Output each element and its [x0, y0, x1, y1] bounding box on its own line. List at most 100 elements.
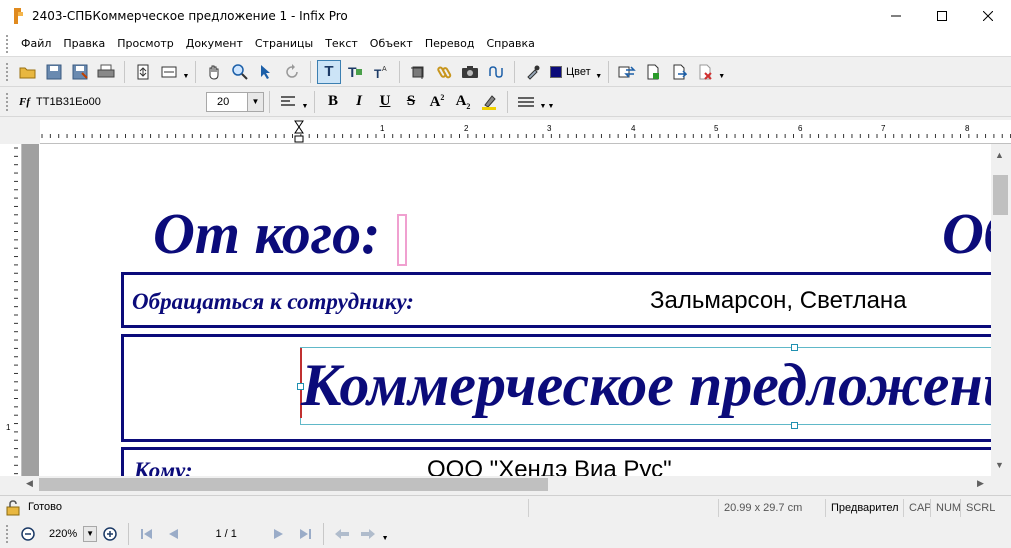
ruler-label: 3: [547, 124, 552, 133]
contact-value[interactable]: Зальмарсон, Светлана: [650, 287, 907, 315]
menu-view[interactable]: Просмотр: [111, 31, 179, 57]
maximize-button[interactable]: [919, 0, 965, 31]
text-format-icon[interactable]: TA: [369, 60, 393, 84]
text-tool-icon[interactable]: T: [317, 59, 341, 84]
vertical-scroll-thumb[interactable]: [993, 175, 1008, 215]
save-icon[interactable]: [42, 60, 66, 84]
delete-page-icon[interactable]: [693, 60, 717, 84]
horizontal-scroll-thumb[interactable]: [39, 478, 548, 491]
pages-dropdown[interactable]: ▼: [718, 60, 726, 84]
vertical-scrollbar[interactable]: ▲ ▼: [991, 144, 1011, 476]
toolbar-separator: [323, 522, 325, 545]
back-view-icon[interactable]: [330, 522, 354, 546]
open-folder-icon[interactable]: [16, 60, 40, 84]
menu-help[interactable]: Справка: [480, 31, 540, 57]
nav-overflow-dropdown[interactable]: ▼: [381, 522, 389, 546]
subscript-icon[interactable]: A2: [451, 90, 475, 114]
document-canvas[interactable]: От кого: Oб Обращаться к сотруднику: Зал…: [22, 144, 991, 476]
horizontal-ruler[interactable]: 1 2 3 4 5 6 7 8: [40, 120, 1011, 144]
path-icon[interactable]: [484, 60, 508, 84]
ruler-corner: [0, 120, 40, 144]
toolbar-grip[interactable]: [6, 92, 9, 111]
zoom-out-icon[interactable]: [16, 522, 40, 546]
zoom-dropdown[interactable]: ▼: [83, 525, 98, 542]
right-header-partial[interactable]: Oб: [942, 199, 991, 269]
bold-icon[interactable]: B: [321, 90, 345, 114]
minimize-button[interactable]: [873, 0, 919, 31]
insert-page-icon[interactable]: [641, 60, 665, 84]
chevron-down-icon[interactable]: ▼: [247, 92, 263, 111]
zoom-value[interactable]: 220%: [49, 528, 77, 540]
page-view-dropdown[interactable]: ▼: [182, 60, 190, 84]
hand-tool-icon[interactable]: [202, 60, 226, 84]
heading-selection-frame[interactable]: Коммерческое предложени: [297, 344, 991, 429]
save-as-icon[interactable]: [68, 60, 92, 84]
to-value[interactable]: ООО "Хендэ Виа Рус": [427, 456, 672, 476]
select-arrow-icon[interactable]: [254, 60, 278, 84]
font-name-select[interactable]: Ff TT1B31Eo00: [15, 91, 200, 112]
forward-view-icon[interactable]: [356, 522, 380, 546]
format-toolbar: Ff TT1B31Eo00 20 ▼ ▼ B I U S A2 A2 ▼ ▼: [0, 87, 1011, 117]
font-size-select[interactable]: 20 ▼: [206, 91, 264, 112]
strikethrough-icon[interactable]: S: [399, 90, 423, 114]
link-icon[interactable]: [432, 60, 456, 84]
italic-icon[interactable]: I: [347, 90, 371, 114]
highlight-icon[interactable]: [477, 90, 501, 114]
from-label[interactable]: От кого:: [153, 199, 380, 269]
align-left-icon[interactable]: [276, 90, 300, 114]
font-size-value: 20: [217, 95, 230, 108]
first-page-icon[interactable]: [135, 522, 159, 546]
menu-translate[interactable]: Перевод: [419, 31, 481, 57]
to-label[interactable]: Кому:: [134, 458, 193, 476]
toolbar-grip[interactable]: [6, 62, 9, 81]
menu-pages[interactable]: Страницы: [249, 31, 319, 57]
underline-icon[interactable]: U: [373, 90, 397, 114]
indent-marker[interactable]: [294, 120, 304, 147]
zoom-in-icon[interactable]: [98, 522, 122, 546]
resize-handle-bottom[interactable]: [791, 422, 798, 429]
previous-page-icon[interactable]: [161, 522, 185, 546]
page-fit-icon[interactable]: [131, 60, 155, 84]
color-dropdown[interactable]: ▼: [595, 60, 603, 84]
toolbar-grip[interactable]: [6, 524, 9, 543]
menu-object[interactable]: Объект: [364, 31, 419, 57]
close-button[interactable]: [965, 0, 1011, 31]
toolbar-separator: [195, 60, 196, 83]
page-indicator[interactable]: 1 / 1: [186, 528, 266, 540]
contact-label[interactable]: Обращаться к сотруднику:: [132, 289, 414, 315]
vertical-ruler[interactable]: 1: [0, 144, 22, 476]
menu-text[interactable]: Текст: [319, 31, 364, 57]
last-page-icon[interactable]: [293, 522, 317, 546]
align-dropdown[interactable]: ▼: [301, 90, 309, 114]
camera-icon[interactable]: [458, 60, 482, 84]
menu-grip[interactable]: [6, 34, 9, 53]
replace-pages-icon[interactable]: [615, 60, 639, 84]
toolbar-overflow-dropdown[interactable]: ▼: [547, 90, 555, 114]
menu-file[interactable]: Файл: [15, 31, 57, 57]
scroll-up-arrow-icon[interactable]: ▲: [995, 150, 1004, 160]
crop-icon[interactable]: [406, 60, 430, 84]
eyedropper-icon[interactable]: [521, 60, 545, 84]
superscript-icon[interactable]: A2: [425, 90, 449, 114]
line-spacing-icon[interactable]: [514, 90, 538, 114]
menu-document[interactable]: Документ: [180, 31, 249, 57]
spacing-dropdown[interactable]: ▼: [539, 90, 547, 114]
menu-edit[interactable]: Правка: [57, 31, 111, 57]
navigation-bar: 220% ▼ 1 / 1 ▼: [0, 519, 1011, 548]
page-width-icon[interactable]: [157, 60, 181, 84]
zoom-icon[interactable]: [228, 60, 252, 84]
color-picker-button[interactable]: Цвет: [547, 60, 594, 84]
rotate-icon[interactable]: [280, 60, 304, 84]
scroll-left-arrow-icon[interactable]: ◀: [26, 478, 33, 489]
ruler-label: 1: [6, 423, 11, 432]
scroll-down-arrow-icon[interactable]: ▼: [995, 460, 1004, 470]
print-icon[interactable]: [94, 60, 118, 84]
next-page-icon[interactable]: [267, 522, 291, 546]
extract-page-icon[interactable]: [667, 60, 691, 84]
ruler-label: 2: [464, 124, 469, 133]
scroll-right-arrow-icon[interactable]: ▶: [977, 478, 984, 489]
document-page[interactable]: От кого: Oб Обращаться к сотруднику: Зал…: [39, 144, 991, 476]
text-box-icon[interactable]: T: [343, 60, 367, 84]
horizontal-scrollbar[interactable]: ◀ ▶: [22, 476, 991, 493]
offer-heading[interactable]: Коммерческое предложени: [301, 350, 991, 420]
